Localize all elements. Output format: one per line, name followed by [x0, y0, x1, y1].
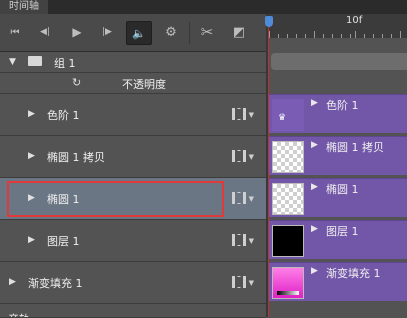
- expand-triangle-icon[interactable]: ▶: [28, 109, 35, 119]
- previous-frame-button[interactable]: ◀|: [34, 21, 56, 43]
- play-button[interactable]: ▶: [66, 21, 88, 43]
- folder-icon: [28, 56, 42, 66]
- clip-ellipse-copy[interactable]: ▶ 椭圆 1 拷贝: [269, 136, 407, 175]
- clip-ellipse[interactable]: ▶ 椭圆 1: [269, 178, 407, 217]
- ruler-ticks: [269, 29, 407, 38]
- layer-row[interactable]: ▶ 图层 1 ▼: [0, 220, 266, 262]
- clip-name: 椭圆 1: [326, 183, 359, 196]
- transition-icon[interactable]: ◩: [228, 21, 250, 43]
- clip-levels[interactable]: ♛ ▶ 色阶 1: [269, 94, 407, 133]
- film-strip-icon[interactable]: [232, 234, 246, 246]
- chevron-down-icon[interactable]: ▼: [249, 153, 254, 161]
- expand-triangle-icon[interactable]: ▶: [311, 98, 318, 108]
- chevron-down-icon[interactable]: ▼: [249, 279, 254, 287]
- expand-triangle-icon[interactable]: ▶: [311, 140, 318, 150]
- audio-toggle-button[interactable]: 🔈: [126, 21, 152, 45]
- layer-name: 椭圆 1 拷贝: [47, 151, 105, 164]
- levels-thumbnail: ♛: [272, 99, 304, 131]
- selection-highlight-outline: [7, 181, 224, 217]
- clip-gradient-fill[interactable]: ▶ 渐变填充 1: [269, 262, 407, 301]
- layer-row[interactable]: ▶ 色阶 1 ▼: [0, 94, 266, 136]
- clip-name: 椭圆 1 拷贝: [326, 141, 384, 154]
- chevron-down-icon[interactable]: ▼: [249, 111, 254, 119]
- expand-triangle-icon[interactable]: ▶: [311, 266, 318, 276]
- settings-gear-icon[interactable]: ⚙: [160, 21, 182, 43]
- first-frame-button[interactable]: ⏮: [6, 21, 24, 43]
- layer-thumbnail: [272, 141, 304, 173]
- film-strip-icon[interactable]: [232, 276, 246, 288]
- group-row[interactable]: ▼ 组 1: [0, 52, 266, 73]
- chevron-down-icon[interactable]: ▼: [249, 195, 254, 203]
- film-strip-icon[interactable]: [232, 192, 246, 204]
- expand-triangle-icon[interactable]: ▶: [311, 182, 318, 192]
- expand-triangle-icon[interactable]: ▶: [311, 224, 318, 234]
- next-frame-button[interactable]: |▶: [96, 21, 118, 43]
- gradient-thumbnail: [272, 267, 304, 299]
- clip-name: 色阶 1: [326, 99, 359, 112]
- toolbar-divider: [189, 22, 190, 44]
- playhead-handle[interactable]: [265, 16, 273, 27]
- audio-track-row[interactable]: 音轨: [0, 304, 266, 318]
- collapse-triangle-icon[interactable]: ▼: [9, 57, 16, 67]
- layer-thumbnail: [272, 183, 304, 215]
- clip-layer[interactable]: ▶ 图层 1: [269, 220, 407, 259]
- layer-thumbnail: [272, 225, 304, 257]
- opacity-label: 不透明度: [122, 78, 166, 91]
- stopwatch-icon[interactable]: ↻: [72, 76, 81, 89]
- group-name: 组 1: [54, 57, 76, 70]
- film-strip-icon[interactable]: [232, 150, 246, 162]
- clip-name: 图层 1: [326, 225, 359, 238]
- chevron-down-icon[interactable]: ▼: [249, 237, 254, 245]
- playhead-line: [268, 26, 269, 317]
- expand-triangle-icon[interactable]: ▶: [28, 151, 35, 161]
- expand-triangle-icon[interactable]: ▶: [28, 235, 35, 245]
- layer-name: 色阶 1: [47, 109, 80, 122]
- panel-title-tab[interactable]: 时间轴: [0, 0, 48, 14]
- split-scissors-icon[interactable]: ✂: [196, 21, 218, 43]
- film-strip-icon[interactable]: [232, 108, 246, 120]
- timeline-toolbar: ⏮ ◀| ▶ |▶ 🔈 ⚙ ✂ ◩: [0, 14, 266, 52]
- ruler-frame-label: 10f: [346, 15, 363, 26]
- layer-row[interactable]: ▶ 椭圆 1 拷贝 ▼: [0, 136, 266, 178]
- panel-tab-bar: [0, 0, 407, 14]
- layer-name: 图层 1: [47, 235, 80, 248]
- expand-triangle-icon[interactable]: ▶: [9, 277, 16, 287]
- group-track-bar[interactable]: [271, 53, 407, 70]
- layer-name: 渐变填充 1: [28, 277, 83, 290]
- clip-name: 渐变填充 1: [326, 267, 381, 280]
- opacity-property-row[interactable]: ↻ 不透明度: [0, 73, 266, 94]
- layer-row[interactable]: ▶ 渐变填充 1 ▼: [0, 262, 266, 304]
